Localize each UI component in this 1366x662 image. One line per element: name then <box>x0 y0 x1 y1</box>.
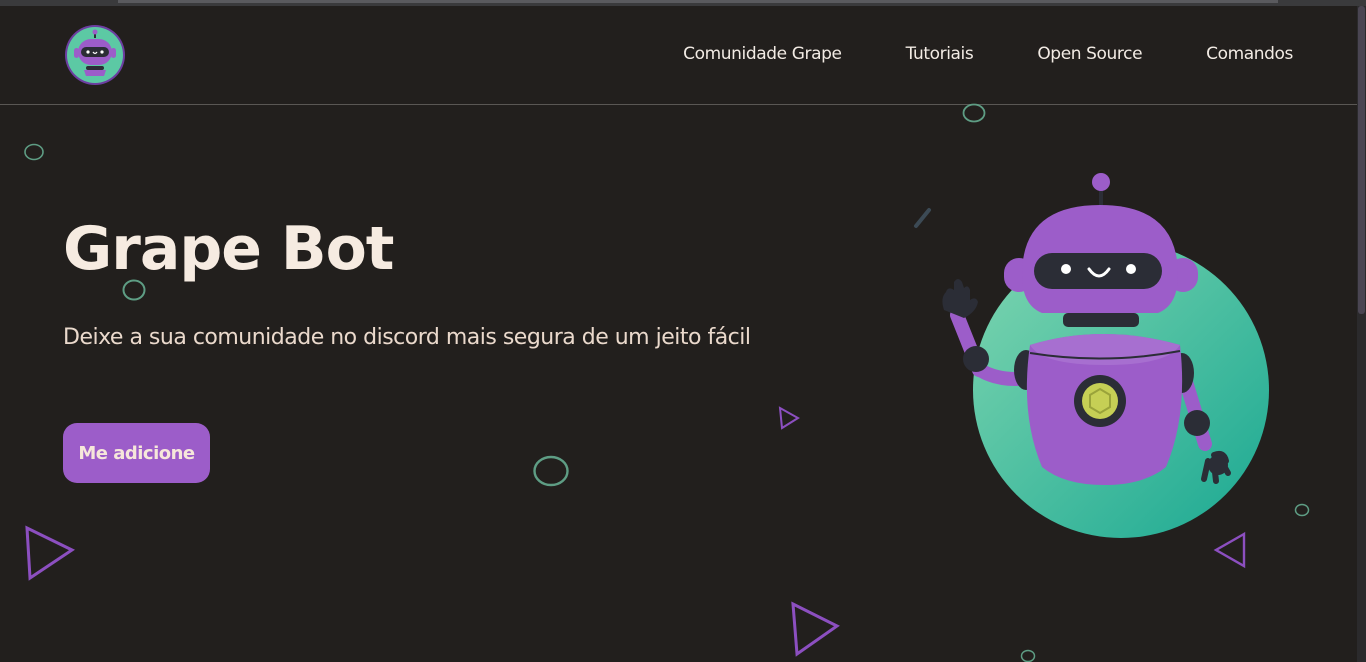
decorative-circle-icon <box>24 143 44 161</box>
nav-link-comandos[interactable]: Comandos <box>1206 44 1293 64</box>
navbar: Comunidade Grape Tutoriais Open Source C… <box>0 6 1357 105</box>
nav-link-comunidade-grape[interactable]: Comunidade Grape <box>683 44 842 64</box>
decorative-triangle-icon <box>778 406 800 430</box>
hero-title: Grape Bot <box>63 214 394 284</box>
decorative-triangle-icon <box>791 601 840 657</box>
scrollbar-thumb[interactable] <box>1358 6 1365 314</box>
decorative-circle-icon <box>533 455 569 487</box>
decorative-circle-icon <box>1020 649 1036 662</box>
main-nav: Comunidade Grape Tutoriais Open Source C… <box>619 44 1293 64</box>
robot-avatar-icon[interactable] <box>64 24 126 86</box>
nav-link-open-source[interactable]: Open Source <box>1037 44 1142 64</box>
decorative-triangle-icon <box>25 525 76 581</box>
add-bot-button[interactable]: Me adicione <box>63 423 210 483</box>
page-scrollbar[interactable] <box>1357 6 1366 662</box>
landing-page: Comunidade Grape Tutoriais Open Source C… <box>0 0 1366 662</box>
decorative-circle-icon <box>1294 503 1310 517</box>
decorative-circle-icon <box>962 103 986 123</box>
hero-subtitle: Deixe a sua comunidade no discord mais s… <box>63 325 751 350</box>
waving-robot-illustration <box>942 173 1269 538</box>
nav-link-tutoriais[interactable]: Tutoriais <box>906 44 974 64</box>
